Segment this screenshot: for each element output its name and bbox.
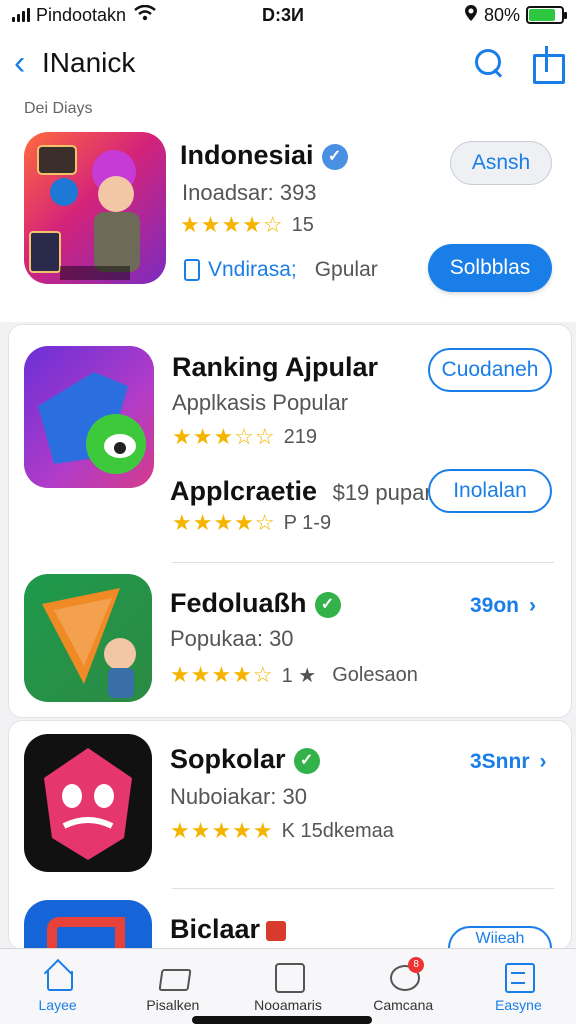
tab-camcana[interactable]: 8 Camcana [346, 949, 461, 1024]
rating-count: 1 ★ [281, 664, 317, 687]
badge-icon [266, 920, 287, 941]
clock: D:3И [262, 4, 304, 25]
navigation-bar: ‹ INanick [0, 30, 576, 96]
install-button-applcraetie[interactable]: Inolalan [428, 469, 552, 513]
tab-label: Nooamaris [254, 997, 322, 1013]
app-subtitle-sopkolar: Nuboiakar: 30 [170, 784, 307, 809]
featured-app-subtitle: Inoadsar: 393 [182, 180, 317, 205]
app-icon-ranking[interactable] [24, 346, 154, 488]
app-name-biclaar[interactable]: Biclaar [170, 914, 287, 945]
chevron-right-icon: › [539, 750, 547, 773]
rating-stars-icon: ★★★★☆ [180, 212, 284, 237]
price-label[interactable]: 3Snnr [470, 750, 530, 773]
rating-count: 219 [283, 425, 317, 448]
rating-stars-icon: ★★★★☆ [170, 662, 274, 687]
rating-count: K 15dkemaa [281, 819, 394, 842]
tab-label: Layee [38, 997, 77, 1013]
featured-app-name[interactable]: Indonesiai ✓ [180, 140, 348, 171]
price-link-fedoluabh[interactable]: 39on › [470, 594, 536, 618]
location-icon [464, 4, 478, 27]
app-subtitle-ranking: Applkasis Popular [172, 390, 349, 415]
rating-stars-icon: ★★★☆☆ [172, 424, 276, 449]
signal-icon [12, 8, 30, 22]
frame-icon [273, 961, 305, 993]
tab-bar: Layee Pisalken Nooamaris 8 Camcana Easyn… [0, 948, 576, 1024]
chevron-right-icon: › [529, 594, 537, 617]
home-indicator [192, 1016, 372, 1024]
app-icon-fedoluabh[interactable] [24, 574, 152, 702]
tab-label: Easyne [495, 997, 542, 1013]
verified-badge-icon: ✓ [293, 747, 320, 774]
tab-easyne[interactable]: Easyne [461, 949, 576, 1024]
back-button-label[interactable]: INanick [42, 47, 135, 79]
app-name-ranking[interactable]: Ranking Ajpular [172, 352, 378, 383]
chat-icon: 8 [388, 957, 425, 991]
app-subtitle-fedoluabh: Popukaa: 30 [170, 626, 294, 651]
carrier-label: Pindootakn [36, 4, 127, 25]
share-icon[interactable] [532, 46, 565, 84]
app-icon-biclaar[interactable] [24, 900, 152, 948]
rating-fedoluabh: ★★★★☆ 1 ★ Golesaon [170, 662, 418, 688]
app-icon-sopkolar[interactable] [24, 734, 152, 872]
rating-extra: Golesaon [332, 663, 418, 686]
rating-applcraetie: ★★★★☆ P 1-9 [172, 510, 331, 536]
status-bar: Pindootakn D:3И 80% [0, 0, 576, 30]
featured-rating: ★★★★☆ 15 [180, 212, 314, 238]
divider [172, 888, 554, 889]
rating-sopkolar: ★★★★★ K 15dkemaa [170, 818, 394, 844]
divider [172, 562, 554, 563]
app-title[interactable]: Sopkolar [170, 744, 286, 774]
featured-tags: Vndirasa; Gpular [184, 258, 378, 282]
featured-app-title[interactable]: Indonesiai [180, 140, 314, 170]
app-price-note: $19 pupan [332, 480, 437, 505]
home-icon [43, 961, 73, 991]
get-button-ranking[interactable]: Cuodaneh [428, 348, 552, 392]
verified-badge-icon: ✓ [321, 143, 348, 170]
featured-app-icon[interactable] [24, 132, 166, 284]
rating-stars-icon: ★★★★☆ [172, 510, 276, 535]
price-label[interactable]: 39on [470, 594, 519, 617]
tab-nooamaris[interactable]: Nooamaris [230, 949, 345, 1024]
section-label: Dei Diays [24, 100, 93, 117]
tab-label: Camcana [373, 997, 434, 1013]
rating-count: P 1-9 [283, 511, 332, 534]
tab-pisalken[interactable]: Pisalken [115, 949, 230, 1024]
app-title[interactable]: Biclaar [170, 914, 260, 944]
app-title[interactable]: Fedoluaßh [170, 588, 307, 618]
notification-badge: 8 [408, 957, 425, 973]
box-icon [158, 961, 188, 991]
wifi-icon [134, 4, 156, 26]
search-icon[interactable] [472, 46, 506, 80]
tab-label: Pisalken [146, 997, 200, 1013]
rating-count: 15 [291, 213, 314, 236]
price-link-sopkolar[interactable]: 3Snnr › [470, 750, 547, 774]
rating-ranking: ★★★☆☆ 219 [172, 424, 317, 450]
battery-fill [529, 9, 555, 21]
app-title[interactable]: Applcraetie [170, 476, 317, 506]
app-name-sopkolar[interactable]: Sopkolar ✓ [170, 744, 320, 775]
battery-icon [526, 6, 567, 24]
list-icon [503, 961, 536, 993]
rating-stars-icon: ★★★★★ [170, 818, 274, 843]
tab-layee[interactable]: Layee [0, 949, 115, 1024]
battery-percent: 80% [483, 4, 520, 25]
tag-primary[interactable]: Vndirasa; [208, 258, 297, 282]
app-name-fedoluabh[interactable]: Fedoluaßh ✓ [170, 588, 341, 619]
app-name-applcraetie[interactable]: Applcraetie $19 pupan [170, 476, 437, 507]
featured-secondary-button[interactable]: Asnsh [450, 141, 552, 185]
verified-badge-icon: ✓ [314, 591, 341, 618]
featured-primary-button[interactable]: Solbblas [428, 244, 552, 292]
back-chevron-icon[interactable]: ‹ [14, 46, 36, 80]
tag-secondary: Gpular [314, 258, 378, 281]
get-button-biclaar[interactable]: Wiieah [448, 926, 552, 948]
device-icon [184, 259, 200, 281]
